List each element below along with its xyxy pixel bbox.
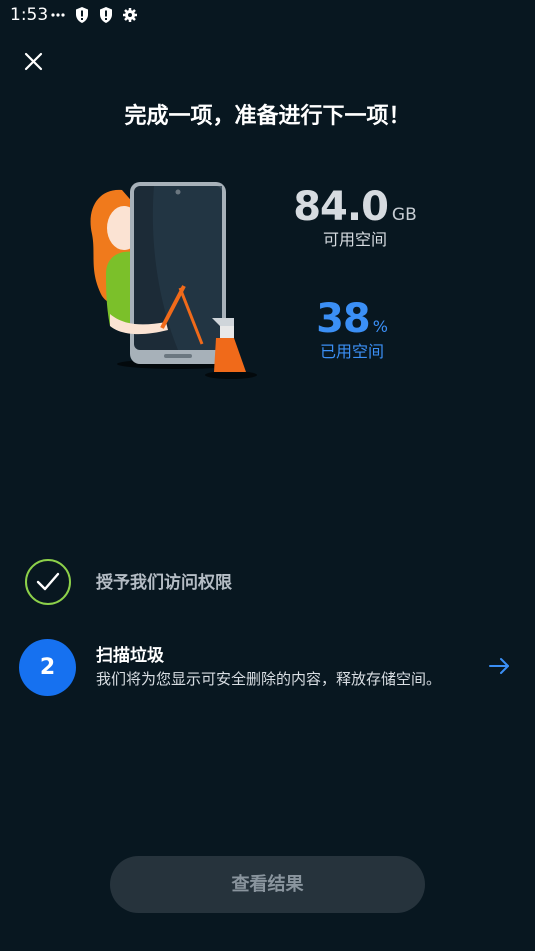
close-icon (24, 52, 43, 71)
step-scan-junk[interactable]: 2 扫描垃圾 我们将为您显示可安全删除的内容，释放存储空间。 (0, 636, 535, 700)
used-space-unit: % (372, 317, 388, 336)
step-scan-junk-description: 我们将为您显示可安全删除的内容，释放存储空间。 (96, 670, 442, 688)
used-space-label: 已用空间 (319, 342, 384, 361)
step-complete-badge (25, 559, 71, 605)
view-results-button[interactable]: 查看结果 (110, 856, 425, 913)
status-icons (50, 6, 138, 24)
free-space-value: 84.0 (293, 184, 389, 230)
used-space-value: 38 (316, 296, 371, 342)
step-number: 2 (39, 655, 56, 680)
step-number-badge: 2 (19, 639, 76, 696)
free-space-unit: GB (391, 205, 417, 225)
settings-gear-icon (123, 8, 137, 22)
cleaning-phone-illustration (84, 176, 264, 386)
free-space-block: 84.0 GB 可用空间 (290, 184, 420, 250)
step-grant-access: 授予我们访问权限 (0, 558, 535, 606)
step-scan-junk-title: 扫描垃圾 (96, 646, 164, 666)
arrow-right-icon (489, 658, 509, 674)
checkmark-icon (36, 572, 60, 591)
page-title: 完成一项，准备进行下一项！ (124, 104, 411, 129)
close-button[interactable] (20, 48, 48, 76)
more-dots-icon (51, 13, 65, 17)
status-time: 1:53 (10, 5, 49, 25)
step-grant-access-label: 授予我们访问权限 (96, 573, 232, 593)
step-scan-junk-arrow-button[interactable] (486, 652, 514, 680)
shield-alert-icon (100, 7, 112, 23)
status-bar: 1:53 (0, 0, 535, 32)
used-space-block: 38% 已用空间 (312, 296, 392, 362)
shield-alert-icon (76, 7, 88, 23)
